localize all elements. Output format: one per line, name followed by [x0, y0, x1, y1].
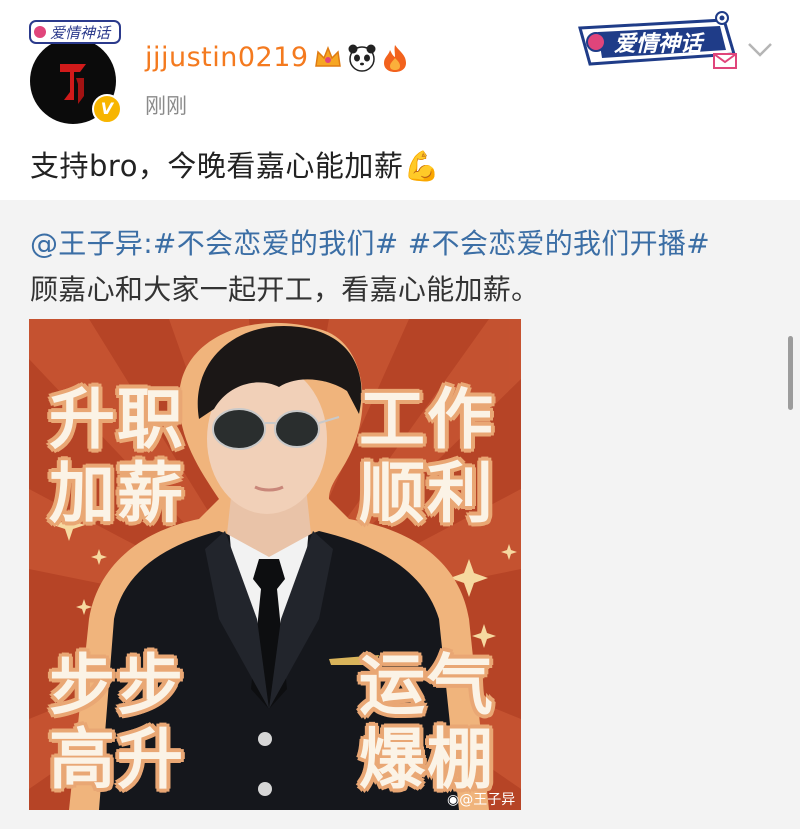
slogan-top-right: 工作 顺利	[359, 383, 495, 531]
slogan-top-right-line2: 顺利	[359, 455, 495, 532]
post-text: 支持bro，今晚看嘉心能加薪	[30, 149, 404, 183]
slogan-bottom-left-line1: 步步	[49, 647, 185, 724]
slogan-top-left-line1: 升职	[49, 381, 185, 458]
panda-badge-icon	[346, 42, 378, 78]
avatar[interactable]: 爱情神话 V	[28, 18, 128, 124]
verified-badge-icon: V	[92, 94, 122, 124]
username-link[interactable]: jjjustin0219	[145, 42, 309, 73]
slogan-bottom-left-line2: 高升	[49, 721, 185, 798]
slogan-bottom-left: 步步 高升	[49, 649, 185, 797]
love-myth-badge-icon: 爱情神话	[29, 20, 121, 44]
svg-text:爱情神话: 爱情神话	[50, 24, 112, 42]
weibo-icon: ◉	[447, 792, 460, 808]
slogan-bottom-right-line2: 爆棚	[359, 721, 495, 798]
scrollbar[interactable]	[788, 336, 793, 410]
post-content: 支持bro，今晚看嘉心能加薪💪	[30, 143, 440, 185]
slogan-bottom-right-line1: 运气	[359, 647, 495, 724]
post-card: 爱情神话 V jjjustin0219 刚刚 爱情神话 支持bro，今晚看嘉心能…	[0, 0, 800, 200]
slogan-top-left-line2: 加薪	[49, 455, 185, 532]
repost-body: 顾嘉心和大家一起开工，看嘉心能加薪。	[30, 273, 540, 306]
crown-badge-icon	[312, 42, 344, 78]
slogan-top-left: 升职 加薪	[49, 383, 185, 531]
chevron-down-icon[interactable]	[745, 38, 775, 62]
watermark-text: @王子异	[459, 792, 516, 808]
slogan-bottom-right: 运气 爆棚	[359, 649, 495, 797]
poster-image[interactable]: 升职 加薪 工作 顺利 步步 高升 运气 爆棚 ◉@王子异	[29, 319, 521, 810]
slogan-top-right-line1: 工作	[359, 381, 495, 458]
poster-watermark: ◉@王子异	[447, 789, 515, 809]
svg-text:爱情神话: 爱情神话	[614, 32, 705, 57]
love-myth-sticker-icon: 爱情神话	[578, 11, 737, 69]
timestamp: 刚刚	[145, 94, 187, 118]
repost-hashtags-link[interactable]: @王子异:#不会恋爱的我们# #不会恋爱的我们开播#	[30, 222, 710, 262]
fire-badge-icon	[380, 42, 410, 78]
flexed-biceps-icon: 💪	[403, 149, 441, 183]
